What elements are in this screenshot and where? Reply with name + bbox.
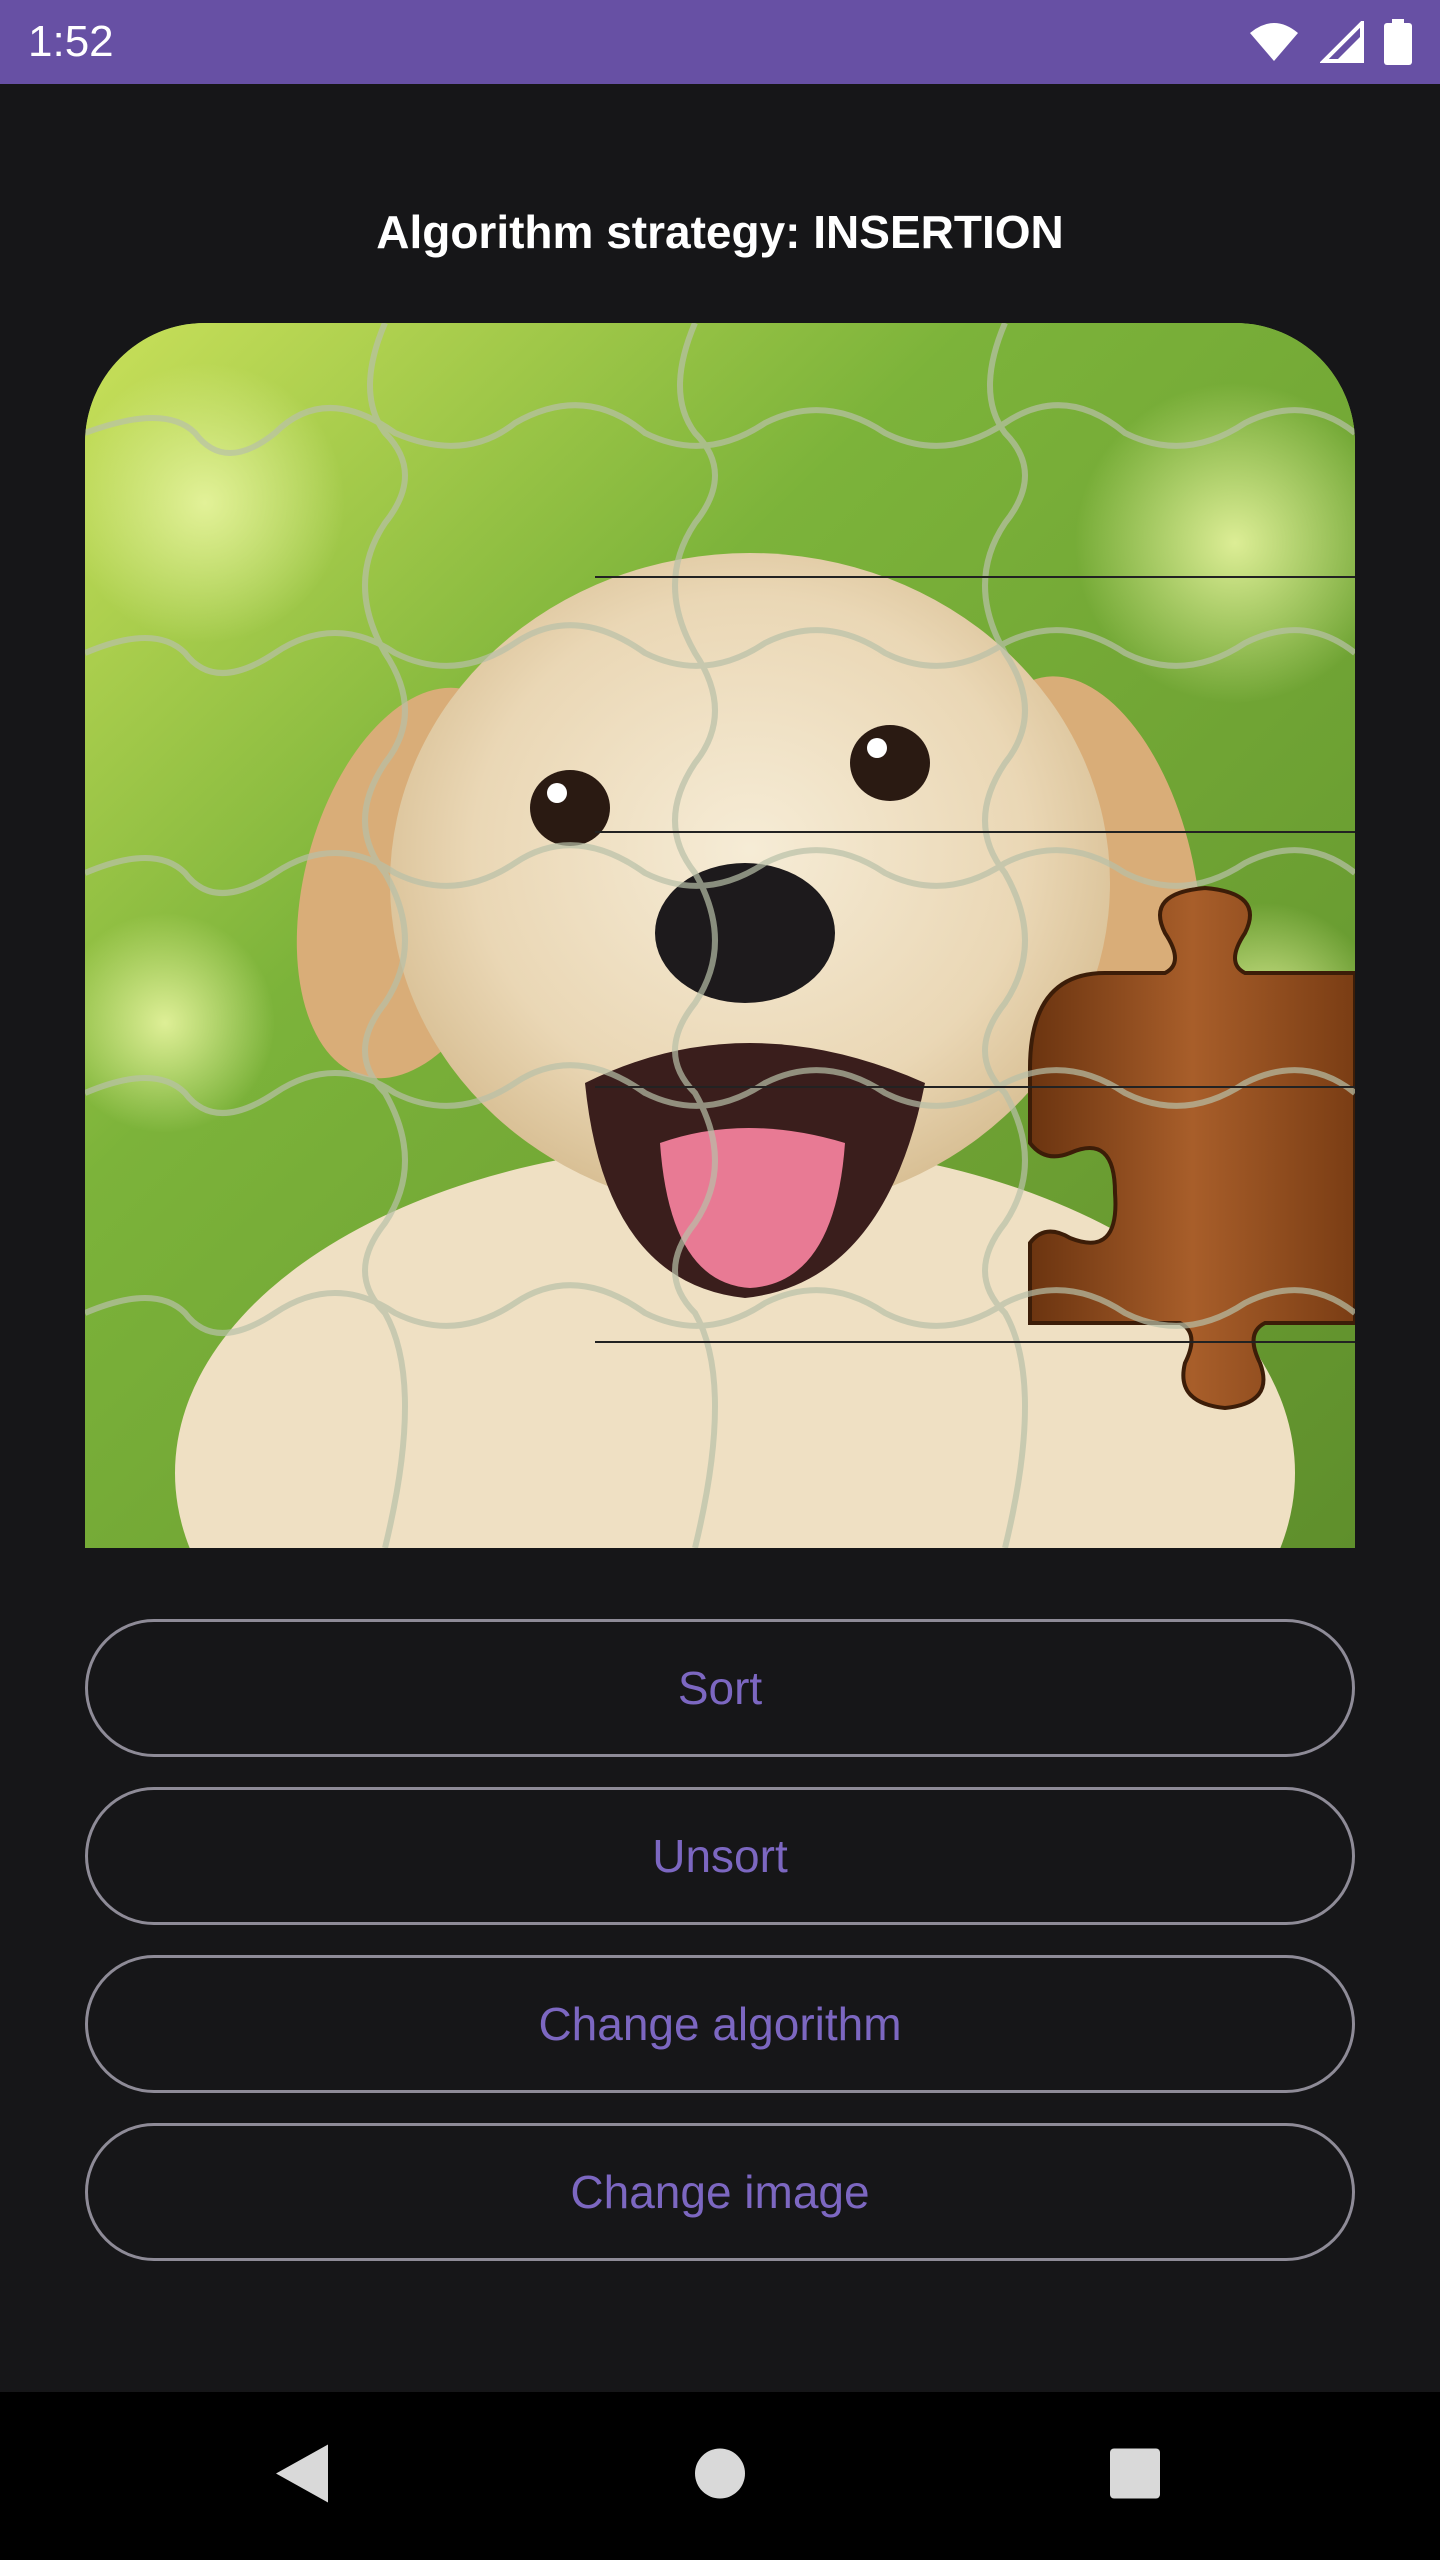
sort-button[interactable]: Sort	[85, 1619, 1355, 1757]
change-algorithm-button[interactable]: Change algorithm	[85, 1955, 1355, 2093]
unsort-button[interactable]: Unsort	[85, 1787, 1355, 1925]
wifi-icon	[1248, 21, 1300, 63]
status-time: 1:52	[28, 17, 114, 66]
battery-icon	[1384, 19, 1412, 65]
algorithm-strategy-title: Algorithm strategy: INSERTION	[376, 206, 1064, 258]
change-image-button[interactable]: Change image	[85, 2123, 1355, 2261]
home-icon[interactable]	[693, 2447, 747, 2506]
status-icons	[1248, 19, 1412, 65]
back-icon[interactable]	[274, 2443, 330, 2510]
status-bar: 1:52	[0, 0, 1440, 84]
recents-icon[interactable]	[1108, 2447, 1162, 2506]
navigation-bar	[0, 2392, 1440, 2560]
signal-icon	[1320, 21, 1364, 63]
puzzle-image[interactable]	[85, 323, 1355, 1548]
